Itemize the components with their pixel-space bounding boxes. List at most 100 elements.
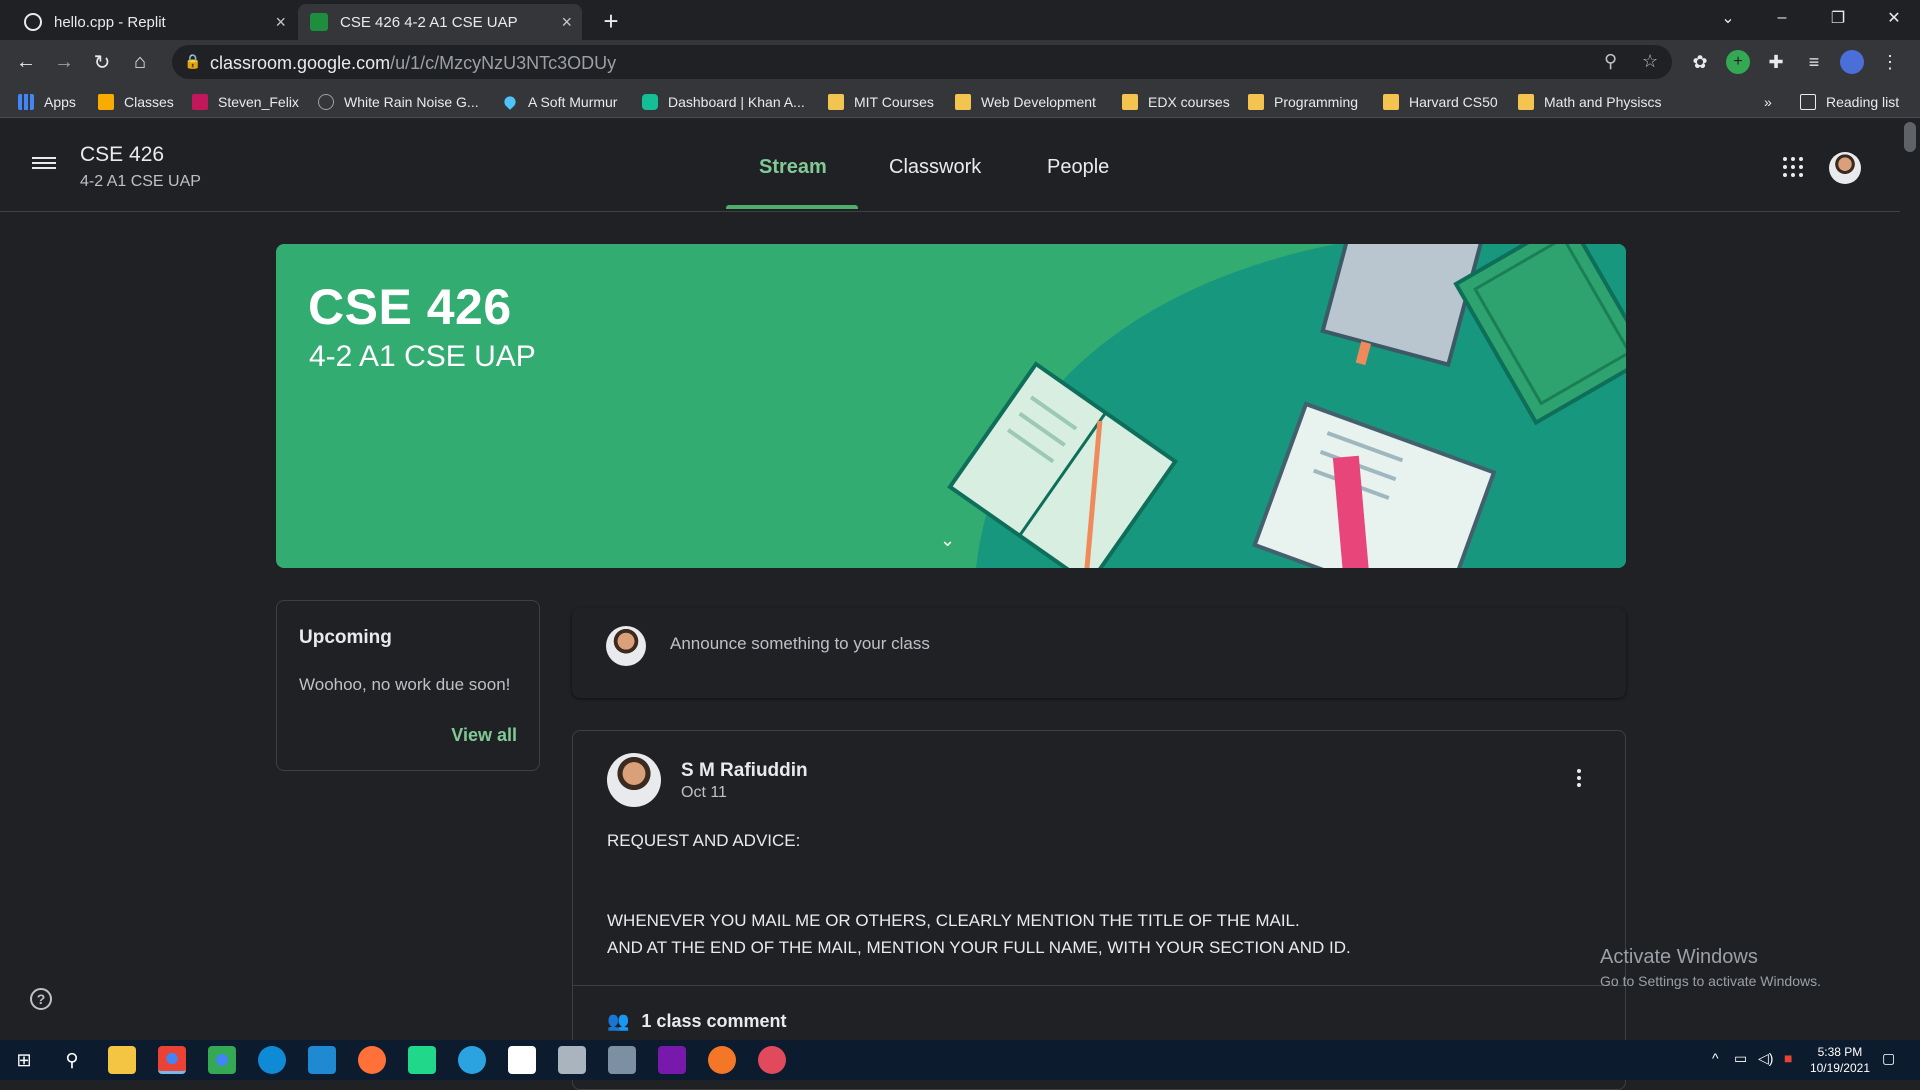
chrome-icon[interactable] — [158, 1046, 186, 1074]
bookmark-classes[interactable]: Classes — [98, 92, 174, 112]
pycharm-icon[interactable] — [408, 1046, 436, 1074]
folder-icon — [828, 94, 844, 110]
class-comments-button[interactable]: 👥 1 class comment — [607, 1011, 787, 1032]
post-line: REQUEST AND ADVICE: — [607, 831, 801, 850]
jupyter-icon[interactable] — [708, 1046, 736, 1074]
classroom-icon — [98, 94, 114, 110]
restore-button[interactable]: ❐ — [1810, 0, 1866, 36]
app-icon[interactable] — [558, 1046, 586, 1074]
bookmark-label: Classes — [124, 94, 174, 110]
settings-gear-icon[interactable] — [758, 1046, 786, 1074]
watermark-line1: Activate Windows — [1600, 946, 1758, 968]
firefox-icon[interactable] — [358, 1046, 386, 1074]
class-name[interactable]: CSE 426 — [80, 143, 164, 167]
file-explorer-icon[interactable] — [108, 1046, 136, 1074]
media-control-icon[interactable]: ≡ — [1802, 50, 1826, 74]
bookmark-star-icon[interactable]: ☆ — [1642, 51, 1658, 72]
zoom-icon[interactable]: ⚲ — [1604, 51, 1617, 72]
reading-list-icon — [1800, 94, 1816, 110]
reading-list-button[interactable]: Reading list — [1800, 92, 1899, 112]
tab-classwork[interactable]: Classwork — [889, 156, 981, 179]
bookmark-label: Dashboard | Khan A... — [668, 94, 805, 110]
bookmark-label: A Soft Murmur — [528, 94, 618, 110]
forward-icon[interactable]: → — [50, 48, 78, 76]
tab-stream[interactable]: Stream — [759, 156, 827, 179]
watermark-line2: Go to Settings to activate Windows. — [1600, 973, 1821, 989]
khan-icon — [642, 94, 658, 110]
announce-box[interactable]: Announce something to your class — [572, 608, 1626, 698]
classroom-icon — [310, 13, 328, 31]
scrollbar[interactable] — [1900, 118, 1920, 1040]
bookmark-web-dev[interactable]: Web Development — [955, 92, 1096, 112]
volume-icon[interactable]: ◁) — [1758, 1050, 1773, 1067]
scrollbar-thumb[interactable] — [1904, 122, 1916, 152]
tab-replit[interactable]: hello.cpp - Replit × — [12, 4, 296, 40]
new-tab-button[interactable]: + — [596, 6, 626, 36]
search-icon[interactable]: ⚲ — [58, 1046, 86, 1074]
chevron-down-icon[interactable]: ⌄ — [940, 530, 955, 551]
extension-icon[interactable]: ✿ — [1688, 50, 1712, 74]
extensions-puzzle-icon[interactable]: ✚ — [1764, 50, 1788, 74]
bookmark-edx[interactable]: EDX courses — [1122, 92, 1230, 112]
chrome-alt-icon[interactable] — [208, 1046, 236, 1074]
upcoming-empty-text: Woohoo, no work due soon! — [299, 675, 511, 694]
bookmarks-overflow-button[interactable]: » — [1764, 92, 1772, 112]
tab-classroom[interactable]: CSE 426 4-2 A1 CSE UAP × — [298, 4, 582, 40]
home-icon[interactable]: ⌂ — [126, 48, 154, 76]
announce-placeholder[interactable]: Announce something to your class — [670, 634, 930, 654]
tab-title: hello.cpp - Replit — [54, 13, 166, 31]
google-apps-icon[interactable] — [1783, 157, 1803, 177]
windows-start-icon[interactable]: ⊞ — [10, 1046, 38, 1074]
telegram-icon[interactable] — [458, 1046, 486, 1074]
close-window-button[interactable]: ✕ — [1866, 0, 1920, 36]
post-date: Oct 11 — [681, 784, 727, 801]
calculator-icon[interactable] — [608, 1046, 636, 1074]
reload-icon[interactable]: ↻ — [88, 48, 116, 76]
tray-chevron-icon[interactable]: ^ — [1712, 1050, 1719, 1066]
notion-icon[interactable] — [508, 1046, 536, 1074]
bookmark-steven-felix[interactable]: Steven_Felix — [192, 92, 299, 112]
address-bar[interactable]: 🔒 classroom.google.com/u/1/c/MzcyNzU3NTc… — [172, 45, 1672, 79]
post-divider — [573, 985, 1625, 986]
network-icon[interactable]: ▭ — [1734, 1050, 1747, 1067]
bookmark-white-rain[interactable]: White Rain Noise G... — [318, 92, 479, 112]
system-clock[interactable]: 5:38 PM 10/19/2021 — [1810, 1044, 1870, 1076]
drop-icon — [502, 94, 518, 110]
add-extension-icon[interactable]: + — [1726, 50, 1750, 74]
url-text[interactable]: classroom.google.com/u/1/c/MzcyNzU3NTc3O… — [210, 53, 616, 74]
profile-icon[interactable] — [1840, 50, 1864, 74]
vscode-icon[interactable] — [308, 1046, 336, 1074]
bookmark-math[interactable]: Math and Physiscs — [1518, 92, 1662, 112]
minimize-button[interactable]: – — [1754, 0, 1810, 36]
chrome-menu-icon[interactable]: ⋮ — [1878, 50, 1902, 74]
tab-people[interactable]: People — [1047, 156, 1109, 179]
bookmark-apps[interactable]: Apps — [18, 92, 76, 112]
close-tab-icon[interactable]: × — [275, 12, 286, 33]
banner-title: CSE 426 — [308, 279, 512, 335]
bookmark-harvard[interactable]: Harvard CS50 — [1383, 92, 1498, 112]
close-tab-icon[interactable]: × — [561, 12, 572, 33]
help-icon[interactable]: ? — [30, 988, 52, 1010]
bookmark-label: Harvard CS50 — [1409, 94, 1498, 110]
bookmarks-bar: Apps Classes Steven_Felix White Rain Noi… — [0, 84, 1920, 118]
onenote-icon[interactable] — [658, 1046, 686, 1074]
folder-icon — [1383, 94, 1399, 110]
tray-app-icon[interactable]: ■ — [1784, 1050, 1792, 1066]
bookmark-soft-murmur[interactable]: A Soft Murmur — [502, 92, 617, 112]
bookmark-khan[interactable]: Dashboard | Khan A... — [642, 92, 805, 112]
edge-icon[interactable] — [258, 1046, 286, 1074]
hamburger-menu-icon[interactable] — [32, 154, 56, 174]
replit-icon — [24, 13, 42, 31]
bookmark-label: Steven_Felix — [218, 94, 299, 110]
apps-grid-icon — [18, 94, 34, 110]
notifications-icon[interactable]: ▢ — [1882, 1050, 1895, 1067]
more-options-icon[interactable] — [1577, 769, 1581, 790]
account-avatar[interactable] — [1829, 152, 1861, 184]
lock-icon: 🔒 — [184, 53, 202, 69]
tab-title: CSE 426 4-2 A1 CSE UAP — [340, 13, 518, 31]
view-all-link[interactable]: View all — [451, 725, 517, 746]
tab-search-icon[interactable]: ⌄ — [1700, 0, 1756, 36]
bookmark-programming[interactable]: Programming — [1248, 92, 1358, 112]
bookmark-mit[interactable]: MIT Courses — [828, 92, 934, 112]
back-icon[interactable]: ← — [12, 48, 40, 76]
